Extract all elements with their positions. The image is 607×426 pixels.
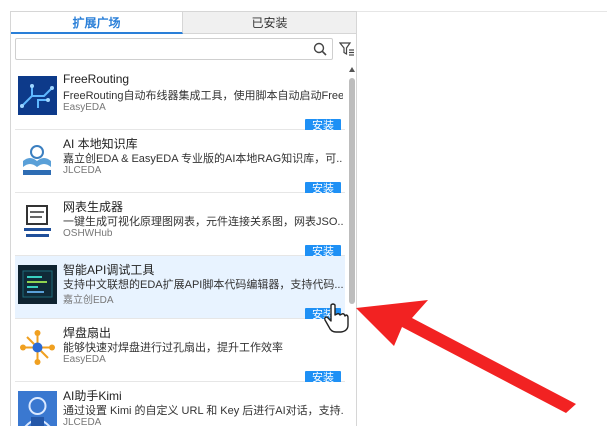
item-description: 嘉立创EDA & EasyEDA 专业版的AI本地RAG知识库，可...: [63, 153, 343, 165]
fanout-icon: [18, 328, 57, 367]
ai-library-icon: [18, 139, 57, 178]
search-row: [15, 38, 355, 62]
list-item[interactable]: AI 本地知识库 嘉立创EDA & EasyEDA 专业版的AI本地RAG知识库…: [15, 130, 345, 197]
list-item[interactable]: 网表生成器 一键生成可视化原理图网表，元件连接关系图，网表JSO... OSHW…: [15, 193, 345, 260]
hand-cursor-icon: [324, 303, 349, 333]
item-author: EasyEDA: [63, 354, 106, 365]
tab-extension-plaza[interactable]: 扩展广场: [11, 12, 183, 34]
scroll-up-icon[interactable]: [349, 67, 355, 72]
tab-installed[interactable]: 已安装: [183, 12, 356, 34]
search-icon[interactable]: [312, 41, 328, 57]
item-description: 一键生成可视化原理图网表，元件连接关系图，网表JSO...: [63, 216, 343, 228]
list-item[interactable]: 焊盘扇出 能够快速对焊盘进行过孔扇出，提升工作效率 EasyEDA 安装: [15, 319, 345, 386]
item-author: JLCEDA: [63, 165, 102, 176]
scrollbar-thumb[interactable]: [349, 78, 355, 304]
search-input[interactable]: [15, 38, 333, 60]
netlist-explorer-icon: [18, 202, 57, 241]
item-description: FreeRouting自动布线器集成工具，使用脚本自动启动Free...: [63, 90, 343, 102]
item-description: 通过设置 Kimi 的自定义 URL 和 Key 后进行AI对话，支持...: [63, 405, 343, 417]
item-author: JLCEDA: [63, 417, 102, 426]
item-author: 嘉立创EDA: [63, 295, 114, 306]
ai-assistant-icon: [18, 391, 57, 426]
red-arrow-icon: [356, 300, 576, 413]
routing-icon: [18, 76, 57, 115]
item-name: FreeRouting: [63, 72, 130, 86]
item-description: 能够快速对焊盘进行过孔扇出，提升工作效率: [63, 342, 283, 354]
tab-bar: 扩展广场 已安装: [11, 12, 356, 34]
list-item[interactable]: 智能API调试工具 支持中文联想的EDA扩展API脚本代码编辑器，支持代码...…: [15, 256, 345, 323]
list-item[interactable]: FreeRouting FreeRouting自动布线器集成工具，使用脚本自动启…: [15, 67, 345, 134]
extensions-panel: 扩展广场 已安装 FreeRouting FreeRouting自动布线器集成工…: [10, 11, 357, 426]
item-description: 支持中文联想的EDA扩展API脚本代码编辑器，支持代码...: [63, 279, 343, 291]
item-author: OSHWHub: [63, 228, 113, 239]
code-editor-icon: [18, 265, 57, 304]
filter-icon[interactable]: [339, 41, 355, 57]
list-item[interactable]: AI助手Kimi 通过设置 Kimi 的自定义 URL 和 Key 后进行AI对…: [15, 382, 345, 426]
item-author: EasyEDA: [63, 102, 106, 113]
